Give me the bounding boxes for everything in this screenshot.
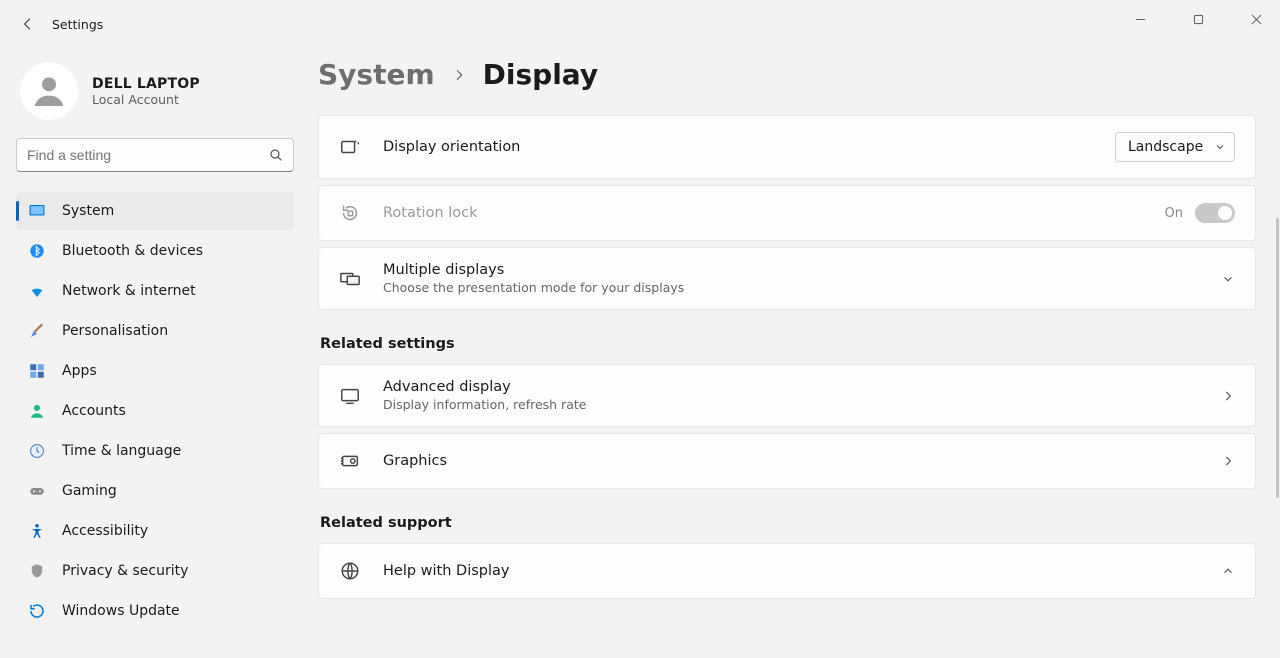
person-icon <box>28 402 46 420</box>
sidebar-item-label: System <box>62 203 114 219</box>
sidebar-item-label: Time & language <box>62 443 181 459</box>
bluetooth-icon <box>28 242 46 260</box>
chevron-right-icon <box>1221 454 1235 468</box>
sidebar-item-label: Bluetooth & devices <box>62 243 203 259</box>
orientation-icon <box>339 136 361 158</box>
titlebar: Settings <box>0 0 1280 48</box>
sidebar-item-accounts[interactable]: Accounts <box>16 392 294 430</box>
toggle-state-label: On <box>1165 206 1183 221</box>
clock-icon <box>28 442 46 460</box>
system-icon <box>28 202 46 220</box>
card-subtitle: Display information, refresh rate <box>383 397 1199 412</box>
card-advanced-display[interactable]: Advanced display Display information, re… <box>318 364 1256 427</box>
sidebar-item-label: Privacy & security <box>62 563 188 579</box>
chevron-right-icon <box>1221 389 1235 403</box>
sidebar-item-label: Windows Update <box>62 603 180 619</box>
section-related-settings: Related settings <box>320 336 1256 352</box>
rotation-lock-icon <box>339 202 361 224</box>
sidebar-item-bluetooth[interactable]: Bluetooth & devices <box>16 232 294 270</box>
minimize-button[interactable] <box>1120 4 1160 34</box>
chevron-right-icon <box>451 67 467 83</box>
shield-icon <box>28 562 46 580</box>
rotation-toggle-wrap: On <box>1165 203 1235 223</box>
chevron-down-icon <box>1214 141 1226 153</box>
card-title: Help with Display <box>383 563 1199 579</box>
sidebar-item-label: Accounts <box>62 403 126 419</box>
card-multiple-displays[interactable]: Multiple displays Choose the presentatio… <box>318 247 1256 310</box>
globe-icon <box>339 560 361 582</box>
sidebar-item-system[interactable]: System <box>16 192 294 230</box>
sidebar-item-privacy[interactable]: Privacy & security <box>16 552 294 590</box>
wifi-icon <box>28 282 46 300</box>
window-title: Settings <box>52 17 103 32</box>
rotation-toggle[interactable] <box>1195 203 1235 223</box>
scrollbar-thumb[interactable] <box>1276 218 1279 498</box>
sidebar-item-time[interactable]: Time & language <box>16 432 294 470</box>
card-title: Graphics <box>383 453 1199 469</box>
account-sub: Local Account <box>92 92 200 107</box>
search-input[interactable] <box>16 138 294 172</box>
page-title: Display <box>483 58 598 91</box>
card-title: Rotation lock <box>383 205 1143 221</box>
sidebar: DELL LAPTOP Local Account System Bluet <box>0 48 310 658</box>
sidebar-item-label: Personalisation <box>62 323 168 339</box>
sidebar-item-label: Accessibility <box>62 523 148 539</box>
card-display-orientation[interactable]: Display orientation Landscape <box>318 115 1256 179</box>
sidebar-item-personalisation[interactable]: Personalisation <box>16 312 294 350</box>
card-help-display[interactable]: Help with Display <box>318 543 1256 599</box>
orientation-value: Landscape <box>1128 139 1203 155</box>
sidebar-item-accessibility[interactable]: Accessibility <box>16 512 294 550</box>
account-name: DELL LAPTOP <box>92 76 200 92</box>
breadcrumb-parent[interactable]: System <box>318 58 435 91</box>
back-button[interactable] <box>18 14 38 34</box>
gamepad-icon <box>28 482 46 500</box>
chevron-down-icon <box>1221 272 1235 286</box>
card-subtitle: Choose the presentation mode for your di… <box>383 280 1199 295</box>
close-button[interactable] <box>1236 4 1276 34</box>
avatar <box>20 62 78 120</box>
apps-icon <box>28 362 46 380</box>
account-block[interactable]: DELL LAPTOP Local Account <box>16 56 294 138</box>
sidebar-item-apps[interactable]: Apps <box>16 352 294 390</box>
window-controls <box>1120 4 1276 34</box>
sidebar-item-label: Apps <box>62 363 97 379</box>
card-title: Display orientation <box>383 139 1093 155</box>
card-rotation-lock: Rotation lock On <box>318 185 1256 241</box>
sidebar-item-update[interactable]: Windows Update <box>16 592 294 630</box>
sidebar-item-label: Gaming <box>62 483 117 499</box>
multiple-displays-icon <box>339 268 361 290</box>
sidebar-item-gaming[interactable]: Gaming <box>16 472 294 510</box>
update-icon <box>28 602 46 620</box>
search-wrap <box>16 138 294 172</box>
gpu-icon <box>339 450 361 472</box>
section-related-support: Related support <box>320 515 1256 531</box>
card-title: Advanced display <box>383 379 1199 395</box>
card-graphics[interactable]: Graphics <box>318 433 1256 489</box>
sidebar-item-label: Network & internet <box>62 283 196 299</box>
nav-list: System Bluetooth & devices Network & int… <box>16 192 294 630</box>
monitor-icon <box>339 385 361 407</box>
brush-icon <box>28 322 46 340</box>
main-content: System Display Display orientation Lands… <box>310 48 1280 658</box>
maximize-button[interactable] <box>1178 4 1218 34</box>
chevron-up-icon <box>1221 564 1235 578</box>
card-title: Multiple displays <box>383 262 1199 278</box>
breadcrumb: System Display <box>318 48 1256 115</box>
orientation-select[interactable]: Landscape <box>1115 132 1235 162</box>
accessibility-icon <box>28 522 46 540</box>
search-icon <box>268 147 284 163</box>
sidebar-item-network[interactable]: Network & internet <box>16 272 294 310</box>
